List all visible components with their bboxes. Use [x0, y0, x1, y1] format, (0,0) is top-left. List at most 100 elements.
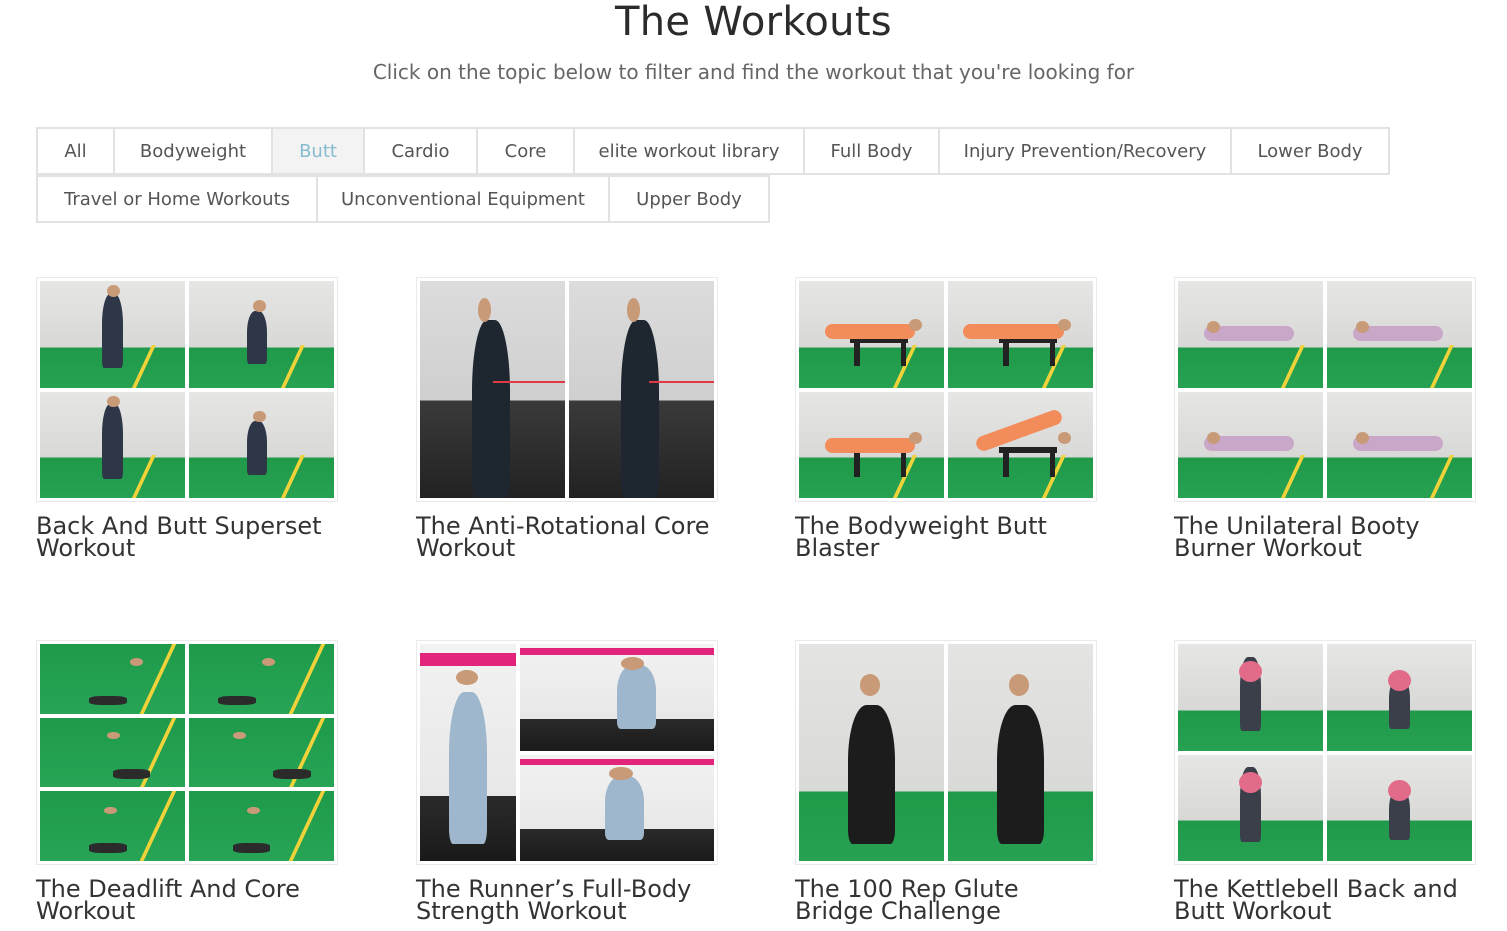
filter-all[interactable]: All [36, 127, 115, 175]
filter-full-body[interactable]: Full Body [803, 127, 940, 175]
photo-collage [420, 644, 714, 861]
workout-title[interactable]: The Deadlift And Core Workout [36, 877, 338, 923]
workout-card[interactable]: The Kettlebell Back and Butt Workout [1174, 640, 1476, 923]
workout-thumbnail[interactable] [416, 640, 718, 865]
workout-title[interactable]: The 100 Rep Glute Bridge Challenge [795, 877, 1097, 923]
filter-unconventional-equipment[interactable]: Unconventional Equipment [316, 175, 610, 223]
photo-detail [1207, 431, 1221, 444]
photo-detail [478, 298, 492, 323]
photo-detail [106, 285, 120, 297]
workout-photo [40, 791, 185, 861]
workout-thumbnail[interactable] [795, 640, 1097, 865]
photo-detail [605, 775, 645, 840]
photo-collage [1178, 281, 1472, 498]
workout-card[interactable]: The Runner’s Full-Body Strength Workout [416, 640, 718, 923]
photo-detail [609, 767, 633, 781]
photo-detail [900, 453, 907, 477]
workout-photo [189, 391, 334, 498]
filter-upper-body[interactable]: Upper Body [608, 175, 770, 223]
workout-thumbnail[interactable] [36, 640, 338, 865]
photo-detail [218, 695, 256, 706]
photo-collage [420, 281, 714, 498]
photo-detail [962, 323, 1064, 339]
workout-photo [189, 644, 334, 714]
workout-thumbnail[interactable] [1174, 640, 1476, 865]
workout-photo [189, 281, 334, 388]
workout-photo [1327, 754, 1472, 861]
workout-card[interactable]: Back And Butt Superset Workout [36, 277, 338, 560]
photo-detail [1238, 771, 1263, 793]
photo-detail [492, 380, 565, 383]
filter-elite-workout-library[interactable]: elite workout library [573, 127, 805, 175]
photo-detail [1049, 342, 1056, 367]
photo-detail [131, 455, 156, 498]
photo-detail [89, 842, 127, 853]
workout-thumbnail[interactable] [795, 277, 1097, 502]
photo-detail [448, 691, 488, 844]
photo-detail [112, 769, 151, 779]
photo-collage [40, 281, 334, 498]
workout-photo [520, 754, 714, 861]
workout-photo [420, 644, 516, 861]
photo-detail [520, 648, 714, 655]
workout-title[interactable]: The Kettlebell Back and Butt Workout [1174, 877, 1476, 923]
filter-bodyweight[interactable]: Bodyweight [113, 127, 273, 175]
filter-row-1: All Bodyweight Butt Cardio Core elite wo… [36, 127, 1390, 175]
photo-detail [232, 842, 271, 853]
workout-card[interactable]: The Bodyweight Butt Blaster [795, 277, 1097, 560]
photo-detail [1356, 431, 1370, 444]
workout-thumbnail[interactable] [36, 277, 338, 502]
workout-grid: Back And Butt Superset Workout The Anti-… [36, 277, 1486, 931]
workout-photo [40, 391, 185, 498]
photo-detail [1430, 455, 1455, 498]
photo-detail [900, 342, 907, 367]
filter-injury-prevention-recovery[interactable]: Injury Prevention/Recovery [938, 127, 1232, 175]
photo-detail [247, 421, 268, 475]
filter-cardio[interactable]: Cardio [363, 127, 478, 175]
photo-detail [848, 704, 895, 844]
page-title: The Workouts [615, 0, 892, 45]
filter-butt[interactable]: Butt [271, 127, 365, 175]
workout-title[interactable]: The Bodyweight Butt Blaster [795, 514, 1097, 560]
workout-photo [948, 644, 1093, 861]
photo-detail [103, 806, 117, 815]
photo-detail [261, 657, 275, 666]
workout-card[interactable]: The Unilateral Booty Burner Workout [1174, 277, 1476, 560]
photo-detail [627, 298, 641, 323]
workout-photo [189, 717, 334, 788]
workout-photo [948, 281, 1093, 388]
photo-detail [621, 320, 659, 498]
workout-photo [40, 717, 185, 788]
photo-detail [520, 758, 714, 766]
workout-photo [40, 644, 185, 714]
workout-card[interactable]: The 100 Rep Glute Bridge Challenge [795, 640, 1097, 923]
workout-card[interactable]: The Anti-Rotational Core Workout [416, 277, 718, 560]
workout-photo [1178, 754, 1323, 861]
workout-photo [189, 791, 334, 861]
photo-detail [89, 695, 127, 706]
workout-card[interactable]: The Deadlift And Core Workout [36, 640, 338, 923]
workout-thumbnail[interactable] [1174, 277, 1476, 502]
photo-detail [909, 431, 923, 444]
photo-detail [456, 670, 478, 686]
filter-lower-body[interactable]: Lower Body [1230, 127, 1390, 175]
photo-detail [1003, 453, 1009, 477]
photo-detail [280, 455, 305, 498]
photo-collage [40, 644, 334, 861]
filter-core[interactable]: Core [476, 127, 575, 175]
workout-title[interactable]: Back And Butt Superset Workout [36, 514, 338, 560]
workout-photo [569, 281, 714, 498]
photo-detail [1049, 453, 1056, 477]
photo-detail [648, 380, 714, 383]
workout-title[interactable]: The Unilateral Booty Burner Workout [1174, 514, 1476, 560]
workout-thumbnail[interactable] [416, 277, 718, 502]
workout-title[interactable]: The Runner’s Full-Body Strength Workout [416, 877, 718, 923]
photo-detail [825, 323, 915, 339]
photo-detail [247, 806, 261, 815]
workout-title[interactable]: The Anti-Rotational Core Workout [416, 514, 718, 560]
filter-travel-or-home-workouts[interactable]: Travel or Home Workouts [36, 175, 318, 223]
workout-photo [40, 281, 185, 388]
photo-detail [825, 438, 915, 454]
photo-detail [288, 644, 326, 714]
photo-detail [617, 665, 656, 730]
